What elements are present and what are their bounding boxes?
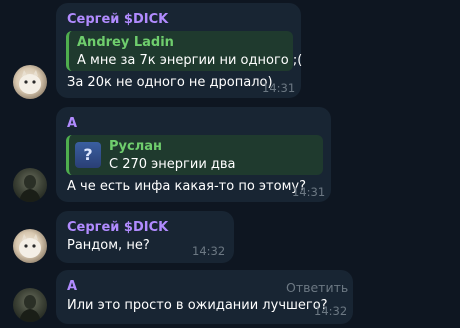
message-text: А че есть инфа какая-то по этому? — [67, 179, 306, 194]
reply-button[interactable]: Ответить — [286, 280, 348, 295]
reply-quote[interactable]: ? Руслан С 270 энергии два — [66, 135, 323, 175]
avatar[interactable] — [13, 168, 47, 202]
message-time: 14:32 — [192, 244, 226, 258]
message-bubble[interactable]: Сергей $DICK Рандом, не? 14:32 — [56, 211, 234, 263]
user-photo-icon — [19, 295, 41, 322]
sender-name[interactable]: Сергей $DICK — [67, 12, 168, 27]
quote-author: Руслан — [109, 139, 162, 154]
message-text: Или это просто в ожидании лучшего? — [67, 298, 328, 313]
avatar[interactable] — [13, 65, 47, 99]
message-bubble[interactable]: A ? Руслан С 270 энергии два А че есть и… — [56, 107, 331, 202]
sender-name[interactable]: A — [67, 116, 77, 131]
message-time: 14:31 — [292, 185, 326, 199]
message-time: 14:32 — [314, 304, 348, 318]
sender-name[interactable]: Сергей $DICK — [67, 220, 168, 235]
message-text: Рандом, не? — [67, 238, 150, 253]
quote-text: А мне за 7к энергии ни одного ;( — [77, 53, 303, 68]
cat-avatar-icon — [19, 70, 41, 94]
message-time: 14:31 — [262, 81, 296, 95]
reply-quote[interactable]: Andrey Ladin А мне за 7к энергии ни одно… — [66, 31, 302, 71]
quote-author: Andrey Ladin — [77, 35, 174, 50]
message-bubble[interactable]: A Ответить Или это просто в ожидании луч… — [56, 270, 353, 324]
sender-name[interactable]: A — [67, 279, 77, 294]
user-photo-icon — [19, 175, 41, 202]
message-text: За 20к не одного не дропало) — [67, 75, 273, 90]
avatar[interactable] — [13, 288, 47, 322]
message-bubble[interactable]: Сергей $DICK Andrey Ladin А мне за 7к эн… — [56, 3, 302, 98]
quote-thumbnail: ? — [75, 142, 101, 168]
quote-text: С 270 энергии два — [109, 157, 236, 172]
avatar[interactable] — [13, 229, 47, 263]
cat-avatar-icon — [19, 234, 41, 258]
